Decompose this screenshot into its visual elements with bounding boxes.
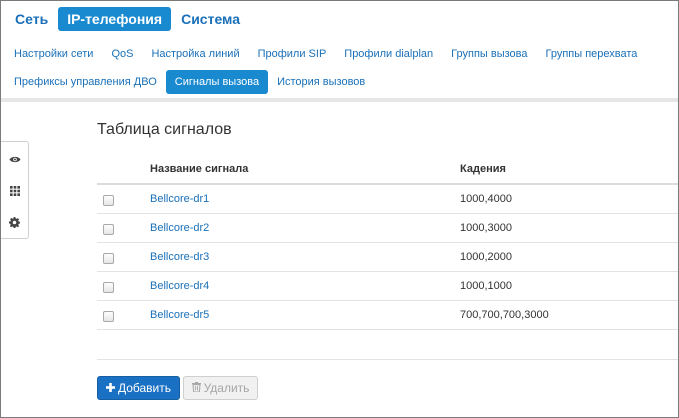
add-button-label: Добавить <box>117 381 172 395</box>
tab-call-history[interactable]: История вызовов <box>268 70 374 94</box>
signal-cadence: 1000,3000 <box>460 213 678 243</box>
signal-name-link[interactable]: Bellcore-dr2 <box>150 222 209 234</box>
top-menu-system[interactable]: Система <box>172 7 249 31</box>
signals-table: Название сигнала Кадения Bellcore-dr1 10… <box>97 155 678 330</box>
table-row: Bellcore-dr4 1000,1000 <box>97 271 678 301</box>
delete-button-label: Удалить <box>203 381 250 395</box>
signal-cadence: 1000,1000 <box>460 271 678 301</box>
signal-name-link[interactable]: Bellcore-dr1 <box>150 193 209 205</box>
view-button[interactable] <box>1 145 28 173</box>
signal-name-link[interactable]: Bellcore-dr3 <box>150 251 209 263</box>
top-menu-ip-telephony[interactable]: IP-телефония <box>58 7 172 31</box>
row-checkbox[interactable] <box>103 223 114 235</box>
tab-service-prefixes[interactable]: Префиксы управления ДВО <box>5 70 166 94</box>
side-toolbar <box>1 141 29 239</box>
tab-call-groups[interactable]: Группы вызова <box>442 42 536 66</box>
signal-cadence: 1000,4000 <box>460 184 678 214</box>
row-checkbox[interactable] <box>103 252 114 264</box>
trash-icon <box>191 381 201 395</box>
gear-icon <box>9 216 20 228</box>
grid-icon <box>9 186 20 196</box>
plus-icon <box>105 381 115 395</box>
delete-button[interactable]: Удалить <box>183 376 258 400</box>
row-checkbox[interactable] <box>103 310 114 322</box>
row-checkbox[interactable] <box>103 194 114 206</box>
signal-cadence: 1000,2000 <box>460 242 678 272</box>
page-title: Таблица сигналов <box>97 121 232 138</box>
eye-icon <box>9 155 21 164</box>
add-button[interactable]: Добавить <box>97 376 180 400</box>
table-row: Bellcore-dr2 1000,3000 <box>97 213 678 243</box>
tab-sip-profiles[interactable]: Профили SIP <box>249 42 336 66</box>
tab-ring-signals[interactable]: Сигналы вызова <box>165 70 269 94</box>
signal-name-link[interactable]: Bellcore-dr5 <box>150 309 209 321</box>
grid-button[interactable] <box>1 177 28 205</box>
table-header-row: Название сигнала Кадения <box>97 155 678 185</box>
tab-dialplan-profiles[interactable]: Профили dialplan <box>335 42 442 66</box>
top-menu: Сеть IP-телефония Система <box>6 7 250 33</box>
tab-line-settings[interactable]: Настройка линий <box>142 42 248 66</box>
table-row: Bellcore-dr1 1000,4000 <box>97 184 678 214</box>
tab-qos[interactable]: QoS <box>102 42 142 66</box>
sub-menu-row-1: Настройки сети QoS Настройка линий Профи… <box>5 41 677 67</box>
app-window: Сеть IP-телефония Система Настройки сети… <box>0 0 679 418</box>
sub-menu-row-2: Префиксы управления ДВО Сигналы вызова И… <box>5 69 677 95</box>
settings-button[interactable] <box>1 208 28 236</box>
tab-network-settings[interactable]: Настройки сети <box>5 42 102 66</box>
column-header-cadence: Кадения <box>460 155 678 185</box>
column-header-name: Название сигнала <box>150 155 460 185</box>
header-divider <box>1 98 678 102</box>
tab-pickup-groups[interactable]: Группы перехвата <box>537 42 647 66</box>
select-column-header <box>97 155 150 185</box>
signal-cadence: 700,700,700,3000 <box>460 300 678 330</box>
table-row: Bellcore-dr3 1000,2000 <box>97 242 678 272</box>
top-menu-network[interactable]: Сеть <box>6 7 57 31</box>
row-checkbox[interactable] <box>103 281 114 293</box>
sub-menu: Настройки сети QoS Настройка линий Профи… <box>5 41 677 97</box>
signal-name-link[interactable]: Bellcore-dr4 <box>150 280 209 292</box>
table-row: Bellcore-dr5 700,700,700,3000 <box>97 300 678 330</box>
table-footer-divider <box>97 359 678 360</box>
